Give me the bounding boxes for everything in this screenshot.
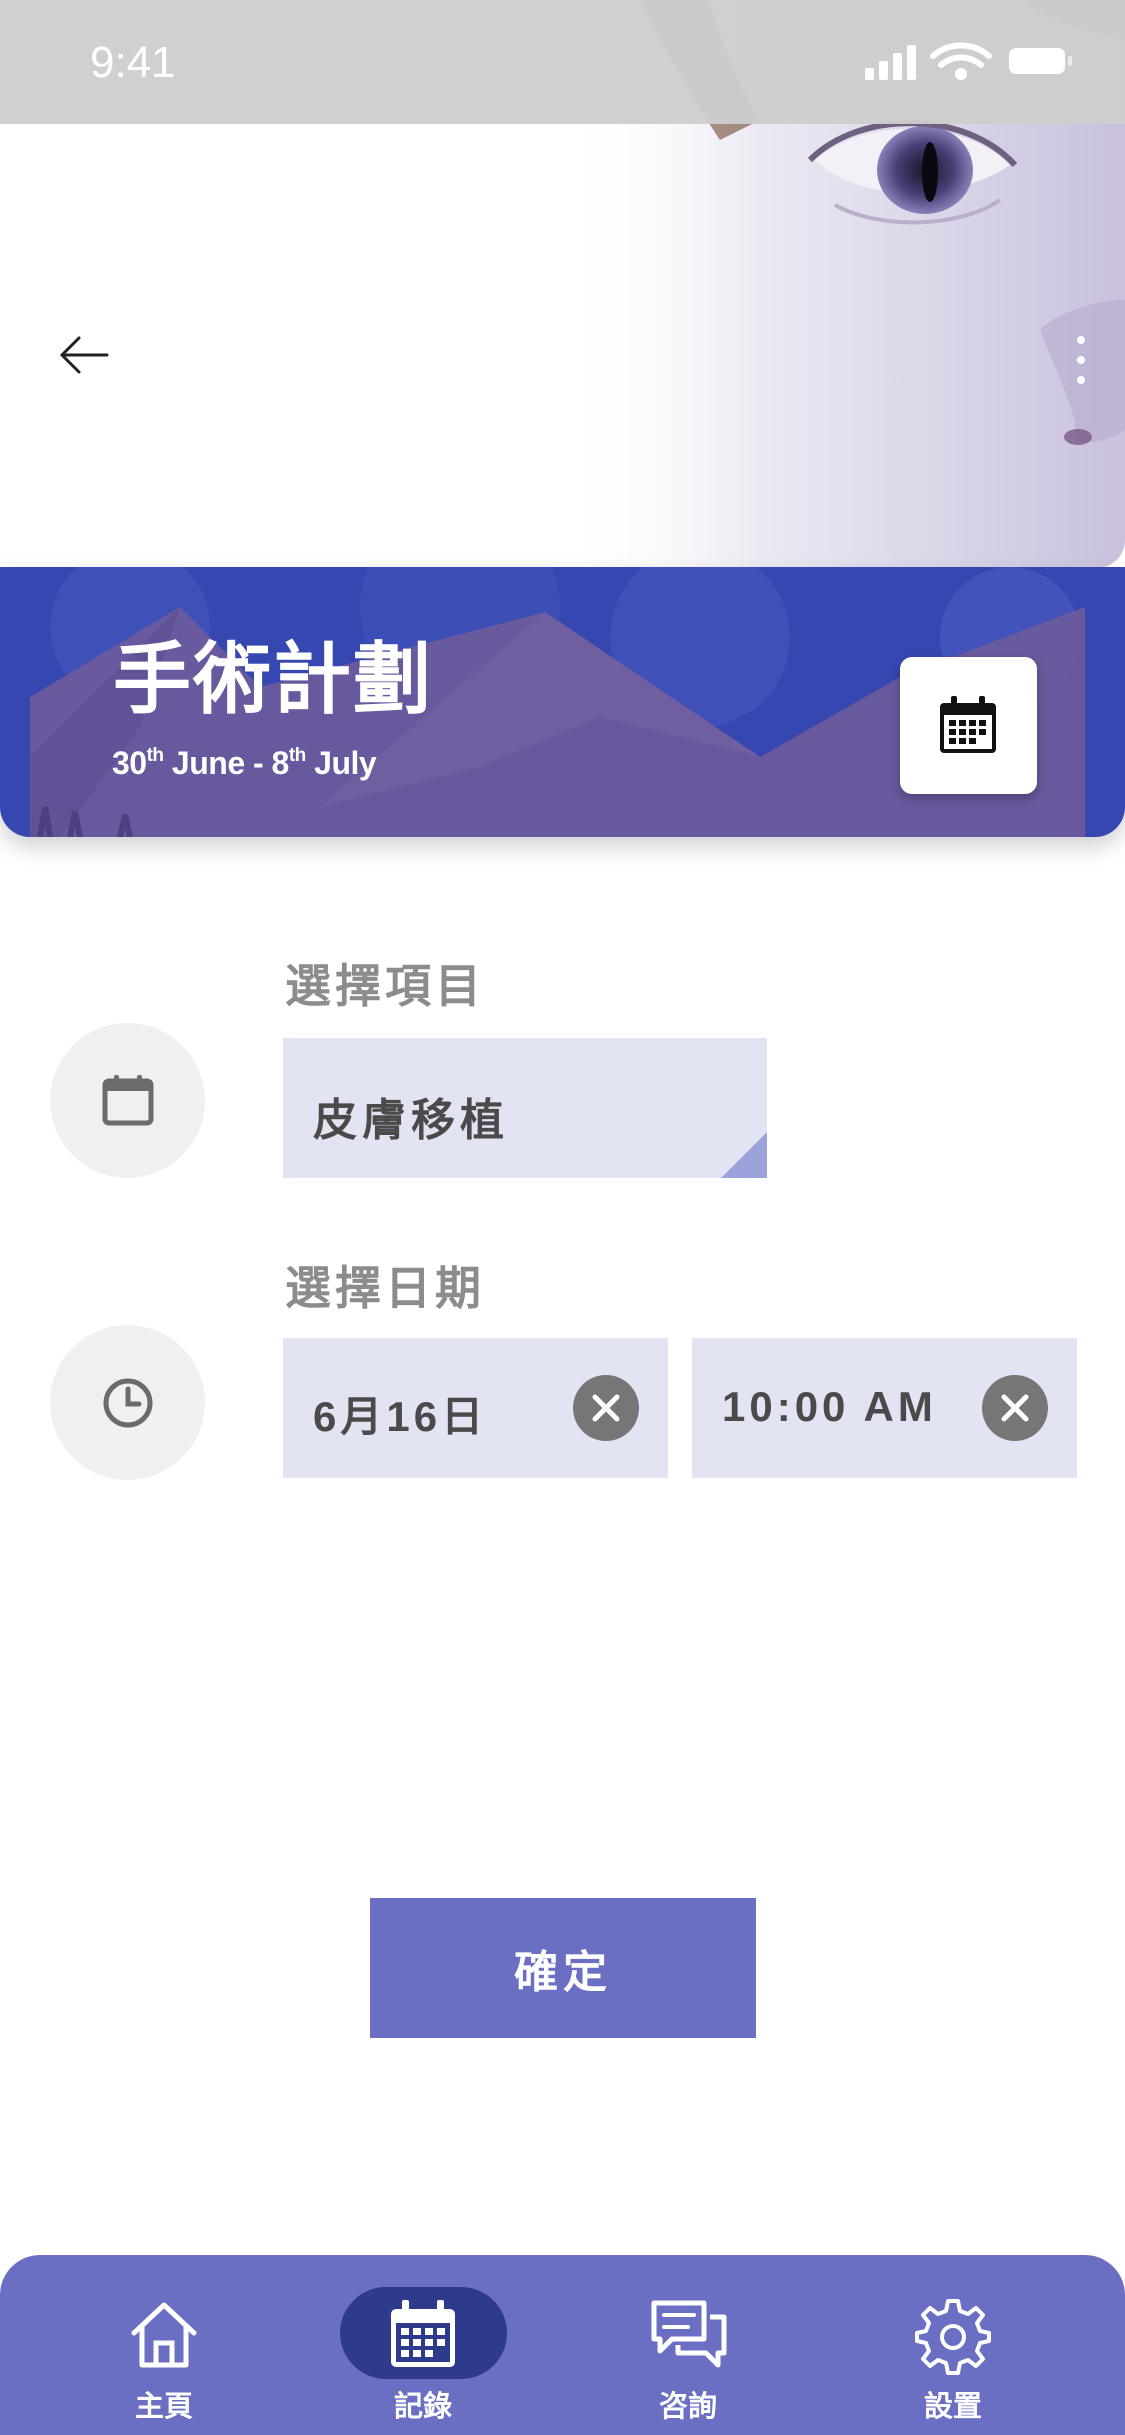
bottom-navigation: 主頁 記錄 咨詢 設置 [0, 2255, 1125, 2435]
date-field-value: 6月16日 [313, 1393, 488, 1440]
status-icons [865, 42, 1072, 80]
end-day: 8 [271, 745, 290, 781]
start-day-suffix: th [146, 745, 164, 766]
wifi-icon [930, 42, 992, 80]
plan-date-range: 30th June - 8th July [112, 745, 377, 782]
close-icon [1001, 1394, 1029, 1422]
chat-icon [651, 2300, 727, 2368]
date-label: 選擇日期 [285, 1261, 485, 1315]
hero-header: 9:41 [0, 0, 1125, 568]
nav-label-settings: 設置 [923, 2389, 982, 2423]
clear-time-button[interactable] [982, 1375, 1048, 1441]
calendar-icon [940, 696, 996, 753]
home-icon [131, 2302, 197, 2368]
more-vertical-icon [1077, 336, 1085, 384]
plan-title: 手術計劃 [113, 635, 434, 725]
item-select[interactable]: 皮膚移植 [283, 1038, 767, 1178]
start-day: 30 [112, 745, 147, 781]
plan-banner: 手術計劃 30th June - 8th July [0, 567, 1125, 837]
time-field[interactable]: 10:00 AM [692, 1338, 1077, 1478]
nav-label-consult: 咨詢 [658, 2389, 717, 2423]
nav-item-records[interactable]: 記錄 [323, 2255, 523, 2435]
status-time: 9:41 [90, 38, 176, 87]
confirm-button[interactable]: 確定 [370, 1898, 756, 2038]
clock-icon [103, 1378, 153, 1428]
nav-label-home: 主頁 [134, 2389, 193, 2423]
calendar-icon [391, 2300, 455, 2367]
status-bar: 9:41 [0, 0, 1125, 124]
gear-icon [915, 2299, 991, 2375]
nav-item-settings[interactable]: 設置 [853, 2255, 1053, 2435]
nav-item-home[interactable]: 主頁 [64, 2255, 264, 2435]
calendar-icon [102, 1075, 154, 1126]
clear-date-button[interactable] [573, 1375, 639, 1441]
date-separator: - [253, 745, 264, 781]
more-options-button[interactable] [1069, 330, 1093, 390]
close-icon [592, 1394, 620, 1422]
battery-icon [1009, 48, 1072, 74]
nav-item-consult[interactable]: 咨詢 [588, 2255, 788, 2435]
date-field[interactable]: 6月16日 [283, 1338, 668, 1478]
calendar-button[interactable] [900, 657, 1037, 794]
end-month: July [314, 745, 377, 781]
signal-icon [865, 45, 916, 80]
item-row-icon [50, 1023, 205, 1178]
nav-label-records: 記錄 [393, 2389, 452, 2423]
item-label: 選擇項目 [285, 959, 485, 1013]
start-month: June [171, 745, 245, 781]
date-row-icon [50, 1325, 205, 1480]
arrow-left-icon [59, 336, 109, 374]
time-field-value: 10:00 AM [722, 1383, 937, 1430]
item-select-value: 皮膚移植 [313, 1095, 509, 1146]
back-button[interactable] [55, 325, 115, 385]
dropdown-corner-indicator [721, 1132, 767, 1178]
end-day-suffix: th [288, 745, 306, 766]
